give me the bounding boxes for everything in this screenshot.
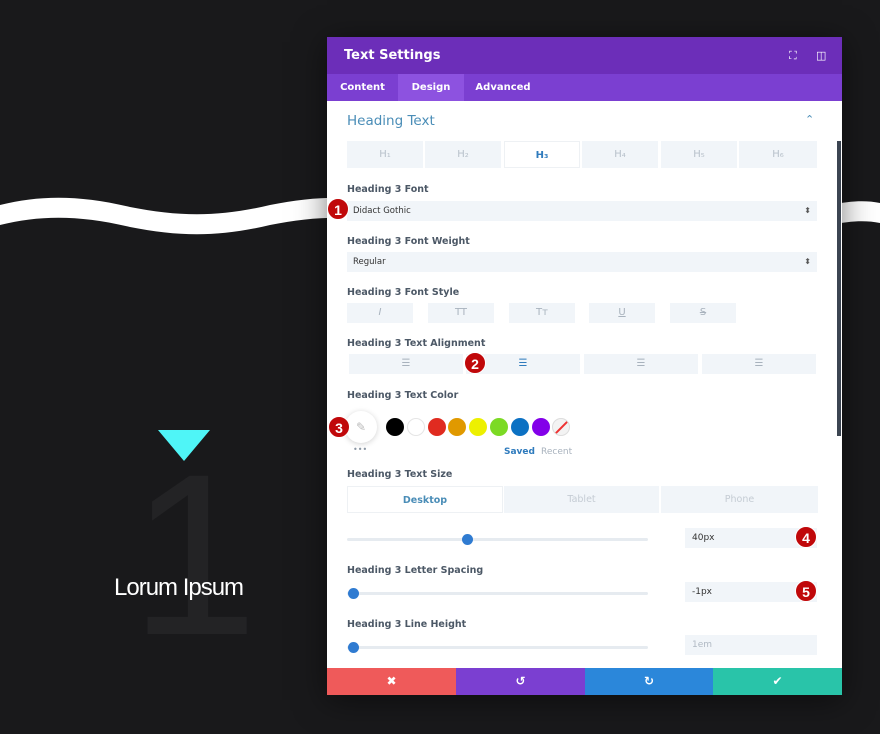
italic-button[interactable]: I [347,303,413,323]
color-swatch[interactable] [531,418,550,436]
weight-value: Regular [353,257,386,267]
heading-tab-h2[interactable]: H₂ [425,141,501,168]
big-number: 1 [130,426,258,683]
step-badge-5: 5 [795,580,817,602]
color-label: Heading 3 Text Color [347,390,459,401]
size-slider[interactable] [347,534,648,545]
modal-title: Text Settings [344,48,441,63]
underline-button[interactable]: U [589,303,655,323]
heading-tab-h6[interactable]: H₆ [739,141,817,168]
heading-tab-h1[interactable]: H₁ [347,141,423,168]
align-justify-button[interactable]: ☰ [702,354,816,374]
heading-tab-h3[interactable]: H₃ [504,141,580,168]
style-label: Heading 3 Font Style [347,287,460,298]
more-options-icon[interactable]: ••• [353,445,367,454]
slider-thumb[interactable] [462,534,474,545]
uppercase-button[interactable]: TT [428,303,494,323]
weight-select[interactable]: Regular ⬍ [347,252,817,272]
color-swatch[interactable] [469,418,488,436]
line-height-input[interactable]: 1em [685,635,817,655]
step-badge-2: 2 [464,352,486,374]
font-value: Didact Gothic [353,206,411,216]
saved-tab[interactable]: Saved [504,447,535,457]
chevron-up-icon[interactable]: ⌃ [805,113,814,126]
section-title[interactable]: Heading Text [347,113,435,129]
font-select[interactable]: Didact Gothic ⬍ [347,201,817,221]
recent-tab[interactable]: Recent [541,447,572,457]
redo-button[interactable]: ↻ [585,668,713,695]
color-swatch[interactable] [427,418,446,436]
scrollbar[interactable] [837,141,841,436]
color-swatch[interactable] [510,418,529,436]
device-tab-desktop[interactable]: Desktop [347,486,503,513]
heading-text: Lorum Ipsum [114,574,244,601]
smallcaps-button[interactable]: Tт [509,303,575,323]
slider-thumb[interactable] [348,588,360,599]
step-badge-1: 1 [327,198,349,220]
text-settings-modal: Text Settings ⛶ ◫ Content Design Advance… [327,37,842,695]
device-tab-phone[interactable]: Phone [661,486,818,513]
tab-content[interactable]: Content [327,74,398,101]
cancel-button[interactable]: ✖ [327,668,456,695]
strikethrough-button[interactable]: S [670,303,736,323]
color-swatch[interactable] [386,418,404,436]
weight-label: Heading 3 Font Weight [347,236,470,247]
modal-tabs: Content Design Advanced [327,74,842,101]
line-height-slider[interactable] [347,642,648,653]
line-height-label: Heading 3 Line Height [347,619,467,630]
no-color-swatch[interactable] [552,418,570,436]
select-arrows-icon: ⬍ [804,206,811,215]
align-left-button[interactable]: ☰ [349,354,463,374]
heading-tab-h4[interactable]: H₄ [582,141,658,168]
expand-icon[interactable]: ⛶ [789,49,797,63]
letter-spacing-label: Heading 3 Letter Spacing [347,565,484,576]
undo-button[interactable]: ↺ [456,668,585,695]
letter-spacing-slider[interactable] [347,588,648,599]
sidebar-toggle-icon[interactable]: ◫ [816,49,826,62]
alignment-label: Heading 3 Text Alignment [347,338,486,349]
modal-header: Text Settings ⛶ ◫ [327,37,842,74]
select-arrows-icon: ⬍ [804,257,811,266]
size-label: Heading 3 Text Size [347,469,453,480]
heading-tab-h5[interactable]: H₅ [661,141,737,168]
slider-thumb[interactable] [348,642,360,653]
tab-advanced[interactable]: Advanced [464,74,542,101]
color-swatch[interactable] [406,418,425,436]
tab-design[interactable]: Design [398,74,464,101]
color-swatch[interactable] [448,418,467,436]
save-button[interactable]: ✔ [713,668,842,695]
step-badge-4: 4 [795,526,817,548]
triangle-down-icon [158,430,210,461]
font-label: Heading 3 Font [347,184,429,195]
color-swatch[interactable] [490,418,508,436]
device-tab-tablet[interactable]: Tablet [504,486,659,513]
step-badge-3: 3 [328,416,350,438]
align-right-button[interactable]: ☰ [584,354,698,374]
